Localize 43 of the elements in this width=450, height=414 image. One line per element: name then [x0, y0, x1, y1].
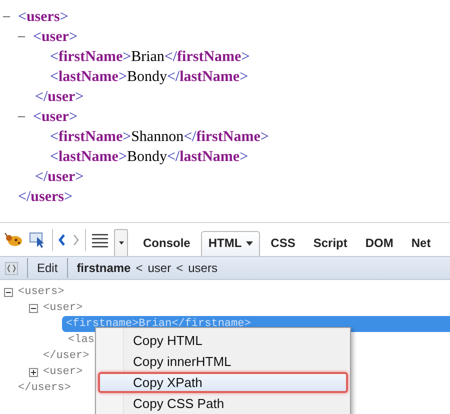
menu-icon[interactable]: [90, 232, 110, 248]
menu-item[interactable]: Copy XPath: [98, 372, 348, 393]
collapse-icon[interactable]: [4, 288, 13, 296]
tags-icon[interactable]: [5, 262, 18, 274]
collapse-toggle[interactable]: –: [18, 109, 33, 125]
panel-tab[interactable]: Net: [404, 231, 438, 256]
panel-tab[interactable]: Script: [306, 231, 354, 256]
breadcrumb-item[interactable]: firstname: [76, 261, 131, 275]
node-text[interactable]: <las: [68, 334, 94, 346]
panel-tab[interactable]: HTML: [201, 231, 260, 256]
collapse-toggle[interactable]: –: [18, 29, 33, 45]
xml-line: <firstName>Shannon</firstName>: [50, 128, 269, 146]
caret-icon: [118, 241, 124, 245]
breadcrumb-separator: <: [176, 261, 184, 275]
xml-line: </user>: [35, 88, 84, 106]
collapse-icon[interactable]: [29, 304, 38, 312]
menu-item[interactable]: Copy innerHTML: [98, 351, 348, 372]
xml-line: <lastName>Bondy</lastName>: [50, 148, 248, 166]
collapse-toggle[interactable]: –: [3, 9, 18, 25]
bug-icon[interactable]: [4, 232, 24, 248]
xml-line: <firstName>Brian</firstName>: [50, 48, 250, 66]
expand-icon[interactable]: [29, 368, 38, 376]
breadcrumb-item[interactable]: users: [188, 261, 218, 275]
node-text: </users>: [18, 382, 71, 394]
node-text[interactable]: <user>: [43, 366, 83, 378]
menu-item[interactable]: Copy CSS Path: [98, 393, 348, 414]
xml-line: </user>: [35, 168, 84, 186]
edit-button[interactable]: Edit: [37, 261, 58, 275]
breadcrumb-separator: <: [136, 261, 143, 275]
panel-tab[interactable]: DOM: [358, 231, 400, 256]
panel-tab[interactable]: CSS: [264, 231, 302, 256]
breadcrumb-item[interactable]: user: [148, 261, 172, 275]
xml-line: <user>: [33, 108, 78, 126]
node-text[interactable]: <user>: [43, 302, 83, 314]
node-text[interactable]: <users>: [18, 286, 64, 298]
xml-line: <user>: [33, 28, 78, 46]
back-icon[interactable]: [57, 233, 67, 247]
menu-item[interactable]: Copy HTML: [98, 330, 348, 351]
xml-line: </users>: [18, 188, 72, 206]
xml-line: <users>: [18, 8, 68, 26]
panel-tab[interactable]: Console: [136, 231, 198, 256]
node-text: </user>: [43, 350, 90, 362]
xml-line: <lastName>Bondy</lastName>: [50, 68, 248, 86]
